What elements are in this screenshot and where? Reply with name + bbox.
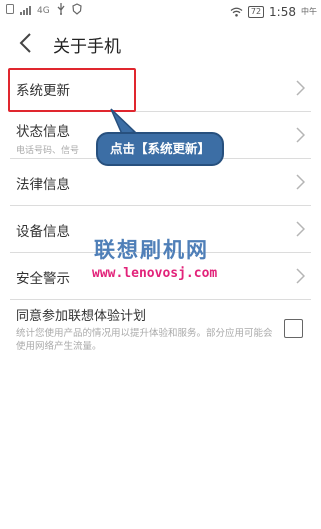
menu-item-label: 状态信息 (16, 124, 70, 140)
menu-item-subtitle: 电话号码、信号 (16, 146, 80, 156)
status-right-icons: 72 1:58 中午 (230, 2, 317, 21)
page-title: 关于手机 (53, 37, 121, 57)
experience-program-checkbox[interactable] (284, 319, 303, 338)
signal-icon (20, 6, 31, 15)
instruction-callout: 点击【系统更新】 (96, 132, 224, 166)
menu-item-label: 安全警示 (16, 271, 70, 287)
menu-item-label: 设备信息 (16, 224, 70, 240)
menu-item-label: 法律信息 (16, 177, 70, 193)
wifi-icon (230, 2, 243, 21)
shield-icon (72, 3, 82, 18)
chevron-right-icon (296, 80, 306, 96)
highlight-box (8, 68, 136, 112)
experience-program-description: 统计您使用产品的情况用以提升体验和服务。部分应用可能会使用网络产生流量。 (16, 328, 273, 352)
chevron-right-icon (296, 268, 306, 284)
status-ampm: 中午 (301, 7, 317, 16)
chevron-right-icon (296, 221, 306, 237)
app-header: 关于手机 (0, 24, 321, 64)
battery-icon: 72 (247, 5, 265, 18)
status-bar: 4G 72 1:58 中午 (0, 0, 321, 22)
status-time: 1:58 (269, 4, 296, 19)
watermark-url: www.lenovosj.com (92, 266, 218, 281)
signal-text: 4G (37, 5, 50, 16)
sim-icon (6, 4, 14, 17)
experience-program-label: 同意参加联想体验计划 (16, 309, 147, 324)
chevron-right-icon (296, 174, 306, 190)
experience-program-setting: 同意参加联想体验计划 统计您使用产品的情况用以提升体验和服务。部分应用可能会使用… (16, 305, 311, 365)
usb-icon (56, 3, 66, 18)
back-arrow-icon[interactable] (16, 32, 36, 54)
menu-item-legal-info[interactable]: 法律信息 (10, 159, 311, 206)
watermark-brand: 联想刷机网 (94, 238, 209, 262)
callout-text: 点击【系统更新】 (109, 141, 210, 156)
chevron-right-icon (296, 127, 306, 143)
status-left-icons: 4G (6, 3, 82, 18)
